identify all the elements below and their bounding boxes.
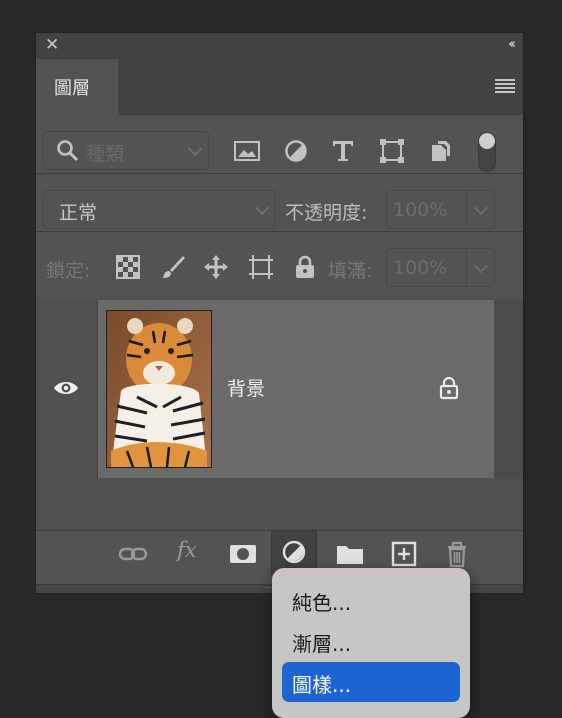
menu-item-label: 圖樣... [292,673,352,697]
chevron-down-icon [473,258,489,274]
type-filter-icon[interactable] [329,139,357,163]
opacity-label: 不透明度: [285,202,368,224]
brush-icon[interactable] [160,254,186,280]
chevron-down-icon [187,141,203,157]
eye-icon [54,382,78,394]
layers-list: 背景 [36,298,523,530]
artboard-icon[interactable] [248,254,274,280]
adjustment-layer-icon [282,540,306,564]
tab-layers-label: 圖層 [54,78,90,99]
visibility-toggle[interactable] [36,300,98,478]
menu-item-pattern[interactable]: 圖樣... [282,662,460,702]
move-icon[interactable] [203,254,229,280]
fill-value: 100% [393,257,448,279]
panel-menu-icon[interactable] [495,79,515,93]
menu-item-solid-color[interactable]: 純色... [282,580,460,620]
tab-row: 圖層 [36,59,523,115]
panel-titlebar: ✕ ‹‹ [36,33,523,59]
blend-mode-select[interactable]: 正常 [43,190,276,229]
adjustment-filter-icon[interactable] [282,139,310,163]
layer-style-icon[interactable]: fx [177,538,197,562]
blend-mode-value: 正常 [59,202,98,224]
new-group-icon[interactable] [335,539,365,569]
filter-toggle[interactable] [478,132,496,172]
scrollbar[interactable] [494,300,523,478]
new-layer-icon[interactable] [389,539,419,569]
chevron-down-icon [254,200,270,216]
layer-name[interactable]: 背景 [227,374,265,401]
smart-object-filter-icon[interactable] [427,139,455,163]
kind-filter-select[interactable]: 種類 [43,131,209,170]
fill-dropdown[interactable] [466,248,495,287]
layer-thumbnail [106,310,212,468]
adjustment-menu: 純色... 漸層... 圖樣... [272,568,470,718]
opacity-dropdown[interactable] [466,190,495,229]
layers-panel: ✕ ‹‹ 圖層 種類 正常 不透明度: 100% 鎖定: 填滿: 100% 背景… [35,32,524,594]
opacity-input[interactable]: 100% [386,190,467,229]
add-mask-icon[interactable] [228,539,258,569]
fill-label: 填滿: [328,260,373,282]
menu-item-label: 漸層... [292,632,352,656]
link-layers-icon[interactable] [118,539,148,569]
opacity-value: 100% [393,199,448,221]
lock-transparent-pixels-icon[interactable] [115,254,141,280]
fill-input[interactable]: 100% [386,248,467,287]
lock-label: 鎖定: [46,260,91,282]
lock-all-icon[interactable] [292,254,318,280]
chevron-down-icon [473,200,489,216]
menu-item-label: 純色... [292,591,352,615]
layer-lock-icon[interactable] [438,376,460,400]
menu-item-gradient[interactable]: 漸層... [282,621,460,661]
tab-layers[interactable]: 圖層 [36,59,118,115]
kind-filter-value: 種類 [86,143,125,165]
image-filter-icon[interactable] [233,139,261,163]
shape-filter-icon[interactable] [378,139,406,163]
close-icon[interactable]: ✕ [45,35,59,55]
collapse-icon[interactable]: ‹‹ [508,37,516,52]
search-icon [57,140,79,162]
trash-icon[interactable] [442,539,472,569]
